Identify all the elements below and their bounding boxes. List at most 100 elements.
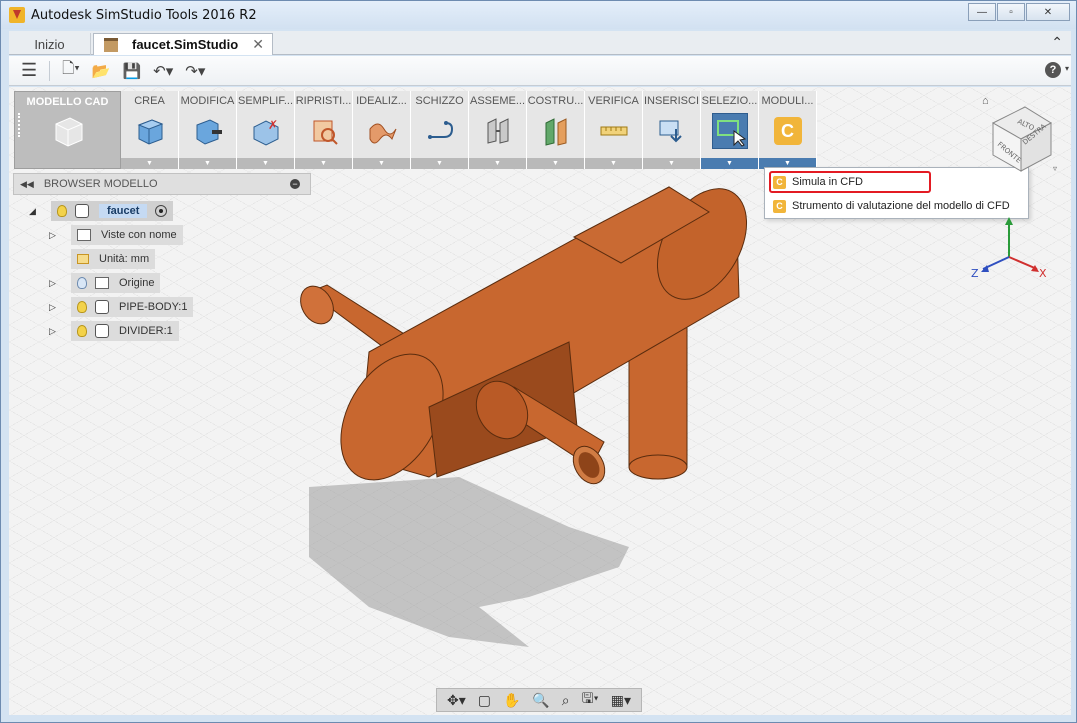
view-cube[interactable]: ALTO FRONTE DESTRA ▿ [987, 101, 1057, 175]
chevron-down-icon[interactable]: ▼ [179, 158, 236, 169]
ribbon-group-label: INSERISCI [643, 95, 699, 107]
ribbon-group-semplifica[interactable]: SEMPLIF... ✗ ▼ [237, 91, 295, 169]
chevron-down-icon[interactable]: ▼ [353, 158, 410, 169]
tree-row-viste[interactable]: ▷ Viste con nome [49, 225, 183, 245]
zoom-icon[interactable]: 🔍 [532, 692, 549, 709]
chevron-down-icon[interactable]: ▼ [469, 158, 526, 169]
display-settings-icon[interactable]: 🖫▾ [582, 688, 599, 712]
tree-row-divider[interactable]: ▷ DIVIDER:1 [49, 321, 179, 341]
tab-close-icon[interactable]: ✕ [252, 36, 264, 53]
ribbon-group-label: IDEALIZ... [356, 95, 407, 107]
ribbon-grip-icon[interactable] [18, 113, 21, 137]
workspace-switcher[interactable]: MODELLO CAD [14, 91, 121, 169]
tree-node-label: PIPE-BODY:1 [119, 301, 188, 313]
tree-row-pipe-body[interactable]: ▷ PIPE-BODY:1 [49, 297, 194, 317]
ribbon-group-crea[interactable]: CREA ▼ [121, 91, 179, 169]
ribbon-group-costruisci[interactable]: COSTRU... ▼ [527, 91, 585, 169]
undo-icon[interactable]: ↶▾ [153, 62, 173, 80]
tree-node-viste[interactable]: Viste con nome [71, 225, 183, 245]
tree-node-origine[interactable]: Origine [71, 273, 161, 293]
component-icon [95, 300, 109, 314]
axis-z-label: Z [971, 267, 979, 277]
ribbon-group-seleziona[interactable]: SELEZIO... ▼ [701, 91, 759, 169]
tab-inizio[interactable]: Inizio [9, 33, 91, 55]
cube-menu-icon: ▿ [1053, 164, 1057, 173]
chevron-up-icon[interactable]: ⌃ [1051, 34, 1063, 51]
expand-right-icon[interactable]: ▷ [49, 278, 56, 289]
ribbon-group-inserisci[interactable]: INSERISCI ▼ [643, 91, 701, 169]
ribbon: MODELLO CAD CREA ▼ MODIFICA ▼ SEMPLIF...… [14, 91, 817, 169]
sketch-icon [422, 113, 458, 149]
ribbon-group-label: SEMPLIF... [237, 95, 294, 107]
maximize-button[interactable]: ▫ [997, 3, 1025, 21]
tree-row-faucet[interactable]: ◢ faucet [29, 201, 174, 221]
idealize-icon [364, 113, 400, 149]
expand-right-icon[interactable]: ▷ [49, 302, 56, 313]
3d-viewport[interactable]: MODELLO CAD CREA ▼ MODIFICA ▼ SEMPLIF...… [9, 87, 1071, 715]
model-browser-header: ◀◀ BROWSER MODELLO − [13, 173, 311, 195]
orbit-icon[interactable]: ✥▾ [447, 692, 466, 709]
menu-item-valutazione-cfd[interactable]: C Strumento di valutazione del modello d… [769, 195, 1010, 217]
chevron-down-icon[interactable]: ▼ [237, 158, 294, 169]
ribbon-group-label: MODIFICA [180, 95, 235, 107]
tree-node-pipe-body[interactable]: PIPE-BODY:1 [71, 297, 194, 317]
chevron-down-icon[interactable]: ▼ [527, 158, 584, 169]
pan-hand-icon[interactable]: ✋ [503, 692, 520, 709]
document-tab-bar: Inizio faucet.SimStudio ✕ ⌃ [9, 31, 1071, 55]
tree-node-faucet[interactable]: faucet [51, 201, 174, 221]
visibility-bulb-icon[interactable] [77, 325, 87, 337]
expand-down-icon[interactable]: ◢ [29, 206, 36, 217]
tree-node-divider[interactable]: DIVIDER:1 [71, 321, 179, 341]
minimize-button[interactable]: — [968, 3, 996, 21]
tree-node-unita[interactable]: Unità: mm [71, 249, 156, 269]
chevron-down-icon[interactable]: ▼ [121, 158, 178, 169]
close-window-button[interactable]: ✕ [1026, 3, 1070, 21]
component-icon [75, 204, 89, 218]
chevron-down-icon[interactable]: ▼ [701, 158, 758, 169]
new-file-icon[interactable]: 🗋▾ [62, 58, 80, 83]
folder-icon [77, 229, 91, 241]
tree-node-label: faucet [99, 204, 148, 218]
save-icon[interactable]: 💾 [122, 62, 141, 80]
tab-faucet[interactable]: faucet.SimStudio ✕ [93, 33, 273, 55]
ribbon-group-ripristina[interactable]: RIPRISTI... ▼ [295, 91, 353, 169]
zoom-window-icon[interactable]: ⌕ [562, 692, 570, 709]
chevron-down-icon[interactable]: ▼ [295, 158, 352, 169]
chevron-down-icon[interactable]: ▼ [411, 158, 468, 169]
grid-settings-icon[interactable]: ▦▾ [611, 692, 631, 709]
modify-icon [190, 113, 226, 149]
menu-icon[interactable]: ☰ [21, 60, 37, 81]
expand-right-icon[interactable]: ▷ [49, 230, 56, 241]
open-folder-icon[interactable]: 📂 [92, 62, 111, 80]
ribbon-group-moduli[interactable]: MODULI... C ▼ [759, 91, 817, 169]
cfd-icon: C [770, 113, 806, 149]
menu-item-label: Strumento di valutazione del modello di … [792, 200, 1010, 212]
look-at-icon[interactable]: ▢ [478, 692, 491, 709]
menu-item-simula-cfd[interactable]: C Simula in CFD [769, 171, 931, 193]
ribbon-group-verifica[interactable]: VERIFICA ▼ [585, 91, 643, 169]
tree-row-origine[interactable]: ▷ Origine [49, 273, 161, 293]
ribbon-group-schizzo[interactable]: SCHIZZO ▼ [411, 91, 469, 169]
visibility-bulb-icon[interactable] [57, 205, 67, 217]
activate-radio-icon[interactable] [155, 205, 168, 217]
chevron-down-icon[interactable]: ▼ [643, 158, 700, 169]
expand-right-icon[interactable]: ▷ [49, 326, 56, 337]
collapse-panel-icon[interactable]: ◀◀ [20, 179, 34, 190]
ribbon-group-assemblea[interactable]: ASSEME... ▼ [469, 91, 527, 169]
ribbon-group-modifica[interactable]: MODIFICA ▼ [179, 91, 237, 169]
visibility-bulb-icon[interactable] [77, 277, 87, 289]
insert-icon [654, 113, 690, 149]
window-title: Autodesk SimStudio Tools 2016 R2 [31, 7, 257, 23]
tree-row-unita[interactable]: Unità: mm [49, 249, 156, 269]
minus-icon[interactable]: − [290, 179, 300, 189]
visibility-bulb-icon[interactable] [77, 301, 87, 313]
toolbar-separator [49, 60, 51, 81]
help-caret-icon[interactable]: ▾ [1065, 64, 1069, 73]
redo-icon[interactable]: ↷▾ [185, 62, 205, 80]
units-icon [77, 254, 89, 264]
chevron-down-icon[interactable]: ▼ [585, 158, 642, 169]
ribbon-group-idealizza[interactable]: IDEALIZ... ▼ [353, 91, 411, 169]
help-icon[interactable]: ? [1045, 62, 1061, 78]
navigation-bar: ✥▾ ▢ ✋ 🔍 ⌕ 🖫▾ ▦▾ [436, 688, 642, 712]
axis-triad: X Z [971, 217, 1047, 277]
